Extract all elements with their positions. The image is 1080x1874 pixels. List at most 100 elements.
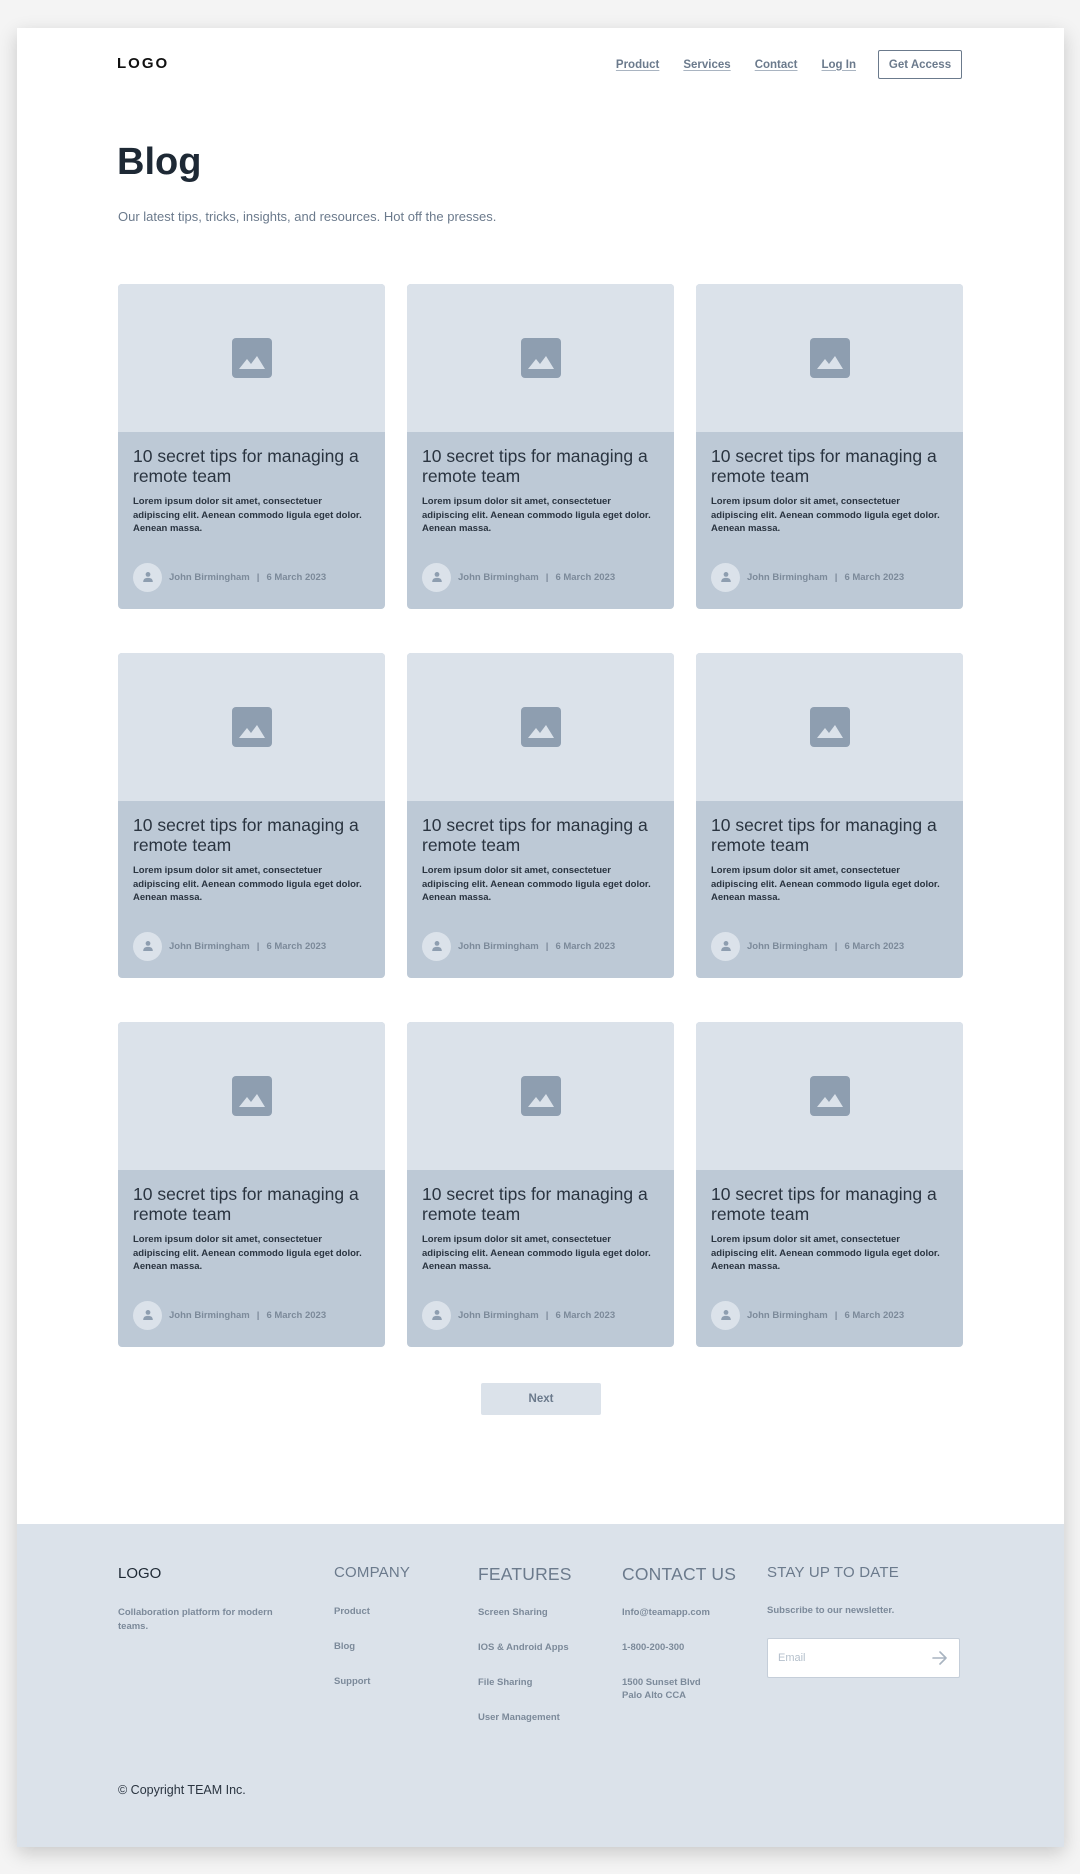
- post-card[interactable]: 10 secret tips for managing a remote tea…: [118, 1022, 385, 1347]
- post-title[interactable]: 10 secret tips for managing a remote tea…: [711, 1184, 948, 1224]
- post-author: John Birmingham: [169, 571, 250, 583]
- footer-logo[interactable]: LOGO: [118, 1565, 288, 1582]
- post-card-image: [696, 653, 963, 801]
- post-excerpt: Lorem ipsum dolor sit amet, consectetuer…: [422, 865, 651, 903]
- image-placeholder-icon: [231, 707, 272, 747]
- post-card[interactable]: 10 secret tips for managing a remote tea…: [696, 1022, 963, 1347]
- post-card[interactable]: 10 secret tips for managing a remote tea…: [118, 653, 385, 978]
- nav-link-services[interactable]: Services: [683, 59, 730, 71]
- footer-heading-features: FEATURES: [478, 1564, 572, 1584]
- post-grid: 10 secret tips for managing a remote tea…: [118, 284, 963, 1347]
- post-date: 6 March 2023: [844, 1309, 905, 1321]
- meta-separator: |: [834, 1309, 838, 1321]
- meta-separator: |: [256, 940, 260, 952]
- post-title[interactable]: 10 secret tips for managing a remote tea…: [422, 1184, 659, 1224]
- user-icon: [142, 941, 153, 951]
- next-page-button[interactable]: Next: [481, 1383, 601, 1415]
- post-excerpt: Lorem ipsum dolor sit amet, consectetuer…: [133, 865, 362, 903]
- post-author: John Birmingham: [747, 940, 828, 952]
- post-meta: John Birmingham | 6 March 2023: [422, 1300, 659, 1330]
- post-card[interactable]: 10 secret tips for managing a remote tea…: [407, 284, 674, 609]
- arrow-right-icon[interactable]: [931, 1649, 949, 1667]
- author-avatar: [133, 562, 162, 592]
- post-card-body: 10 secret tips for managing a remote tea…: [696, 1170, 963, 1330]
- contact-phone: 1-800-200-300: [622, 1642, 685, 1653]
- post-card-body: 10 secret tips for managing a remote tea…: [118, 801, 385, 961]
- meta-separator: |: [545, 1309, 549, 1321]
- footer-description: Collaboration platform for modern teams.: [118, 1607, 273, 1632]
- user-icon: [431, 572, 442, 582]
- post-title[interactable]: 10 secret tips for managing a remote tea…: [133, 815, 370, 855]
- post-date: 6 March 2023: [555, 1309, 616, 1321]
- page-subtitle: Our latest tips, tricks, insights, and r…: [118, 209, 497, 224]
- post-card-image: [696, 1022, 963, 1170]
- post-excerpt: Lorem ipsum dolor sit amet, consectetuer…: [711, 496, 940, 534]
- nav-link-login[interactable]: Log In: [822, 59, 857, 71]
- footer-link-ios-android-apps[interactable]: IOS & Android Apps: [478, 1641, 572, 1654]
- meta-separator: |: [256, 1309, 260, 1321]
- post-meta: John Birmingham | 6 March 2023: [711, 562, 948, 592]
- post-author: John Birmingham: [169, 1309, 250, 1321]
- author-avatar: [133, 931, 162, 961]
- post-date: 6 March 2023: [844, 940, 905, 952]
- post-date: 6 March 2023: [266, 940, 327, 952]
- post-title[interactable]: 10 secret tips for managing a remote tea…: [711, 815, 948, 855]
- post-card-body: 10 secret tips for managing a remote tea…: [407, 801, 674, 961]
- post-card-image: [118, 653, 385, 801]
- post-title[interactable]: 10 secret tips for managing a remote tea…: [133, 446, 370, 486]
- nav-link-product[interactable]: Product: [616, 59, 659, 71]
- post-meta-text: John Birmingham | 6 March 2023: [458, 572, 615, 583]
- footer-link-support[interactable]: Support: [334, 1675, 410, 1688]
- footer-brand: LOGO Collaboration platform for modern t…: [118, 1565, 288, 1633]
- image-placeholder-icon: [520, 338, 561, 378]
- get-access-button[interactable]: Get Access: [878, 50, 962, 79]
- author-avatar: [133, 1300, 162, 1330]
- post-card[interactable]: 10 secret tips for managing a remote tea…: [118, 284, 385, 609]
- post-title[interactable]: 10 secret tips for managing a remote tea…: [711, 446, 948, 486]
- footer-link-product[interactable]: Product: [334, 1605, 410, 1618]
- post-card-image: [407, 653, 674, 801]
- post-card-image: [407, 1022, 674, 1170]
- post-meta: John Birmingham | 6 March 2023: [133, 562, 370, 592]
- logo[interactable]: LOGO: [117, 55, 169, 72]
- post-card[interactable]: 10 secret tips for managing a remote tea…: [407, 653, 674, 978]
- footer-link-file-sharing[interactable]: File Sharing: [478, 1676, 572, 1689]
- post-meta: John Birmingham | 6 March 2023: [422, 931, 659, 961]
- page: LOGO Product Services Contact Log In Get…: [17, 28, 1064, 1847]
- post-card[interactable]: 10 secret tips for managing a remote tea…: [696, 284, 963, 609]
- contact-email-link[interactable]: Info@teamapp.com: [622, 1606, 736, 1619]
- post-meta: John Birmingham | 6 March 2023: [711, 931, 948, 961]
- meta-separator: |: [545, 571, 549, 583]
- image-placeholder-icon: [809, 338, 850, 378]
- post-meta-text: John Birmingham | 6 March 2023: [747, 941, 904, 952]
- post-meta: John Birmingham | 6 March 2023: [422, 562, 659, 592]
- footer-heading-newsletter: STAY UP TO DATE: [767, 1564, 899, 1581]
- author-avatar: [711, 562, 740, 592]
- post-card-image: [407, 284, 674, 432]
- post-author: John Birmingham: [458, 1309, 539, 1321]
- copyright: © Copyright TEAM Inc.: [118, 1783, 246, 1797]
- image-placeholder-icon: [809, 707, 850, 747]
- page-title: Blog: [117, 141, 202, 183]
- meta-separator: |: [256, 571, 260, 583]
- post-title[interactable]: 10 secret tips for managing a remote tea…: [133, 1184, 370, 1224]
- footer-features: FEATURES Screen Sharing IOS & Android Ap…: [478, 1564, 572, 1746]
- footer-link-screen-sharing[interactable]: Screen Sharing: [478, 1606, 572, 1619]
- post-excerpt: Lorem ipsum dolor sit amet, consectetuer…: [133, 496, 362, 534]
- newsletter-email-input[interactable]: [778, 1652, 931, 1664]
- post-excerpt: Lorem ipsum dolor sit amet, consectetuer…: [422, 496, 651, 534]
- post-card-image: [118, 1022, 385, 1170]
- author-avatar: [422, 931, 451, 961]
- footer-link-user-management[interactable]: User Management: [478, 1711, 572, 1724]
- post-title[interactable]: 10 secret tips for managing a remote tea…: [422, 815, 659, 855]
- post-title[interactable]: 10 secret tips for managing a remote tea…: [422, 446, 659, 486]
- meta-separator: |: [834, 940, 838, 952]
- post-date: 6 March 2023: [555, 940, 616, 952]
- post-meta: John Birmingham | 6 March 2023: [711, 1300, 948, 1330]
- image-placeholder-icon: [520, 707, 561, 747]
- footer-link-blog[interactable]: Blog: [334, 1640, 410, 1653]
- post-card[interactable]: 10 secret tips for managing a remote tea…: [407, 1022, 674, 1347]
- post-meta-text: John Birmingham | 6 March 2023: [458, 941, 615, 952]
- post-card[interactable]: 10 secret tips for managing a remote tea…: [696, 653, 963, 978]
- nav-link-contact[interactable]: Contact: [755, 59, 798, 71]
